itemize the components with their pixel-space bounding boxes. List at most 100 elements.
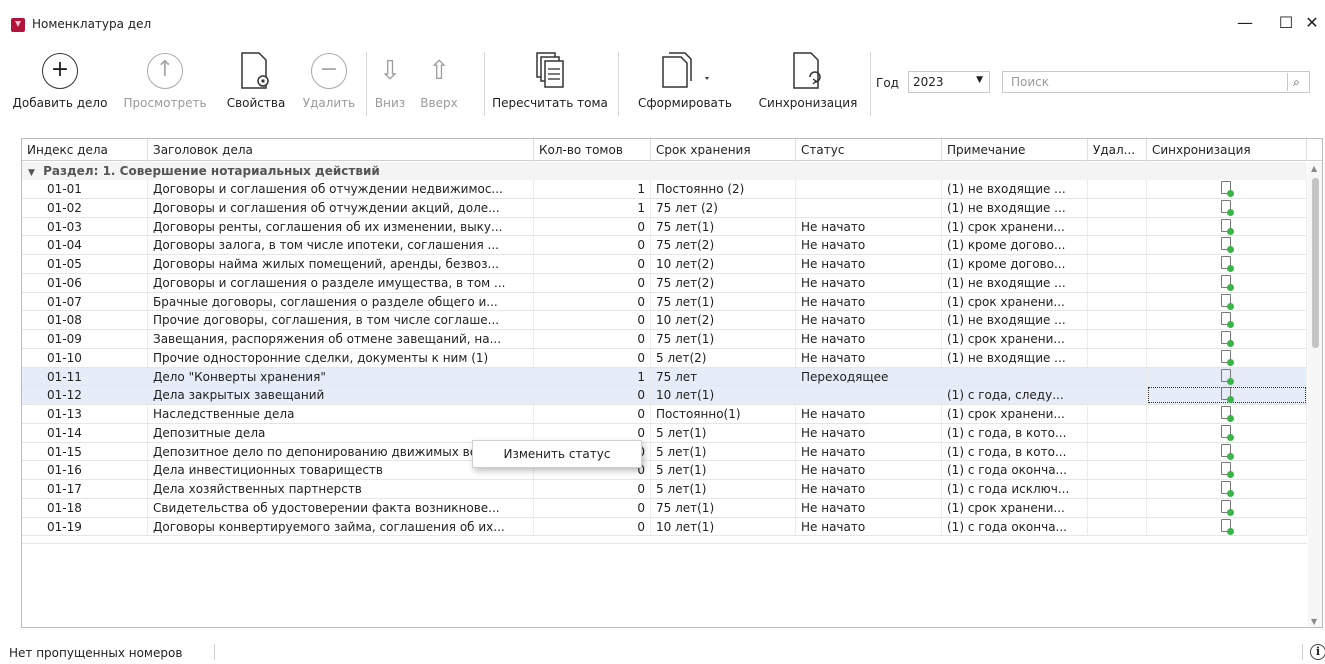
- cell-retention[interactable]: 75 лет(1): [651, 330, 796, 348]
- cell-sync[interactable]: [1147, 442, 1307, 461]
- cell-deleted[interactable]: [1088, 480, 1147, 498]
- cell-title[interactable]: Прочие односторонние сделки, документы к…: [148, 348, 534, 367]
- scroll-down-icon[interactable]: ▼: [1311, 617, 1317, 626]
- table-row[interactable]: 01-17 Дела хозяйственных партнерств 0 5 лет…: [22, 480, 1307, 499]
- cell-status[interactable]: Не начато: [796, 348, 942, 367]
- sync-status-icon[interactable]: [1220, 424, 1234, 441]
- table-row[interactable]: 01-02 Договоры и соглашения об отчуждении…: [22, 198, 1307, 218]
- cell-title[interactable]: Договоры найма жилых помещений, аренды, …: [148, 255, 534, 273]
- cell-volumes[interactable]: 0: [534, 405, 651, 423]
- sync-status-icon[interactable]: [1220, 499, 1234, 516]
- sync-status-icon[interactable]: [1220, 481, 1234, 497]
- cell-sync[interactable]: [1147, 330, 1307, 348]
- cell-deleted[interactable]: [1088, 423, 1147, 442]
- cell-note[interactable]: (1) с года оконча...: [942, 461, 1088, 480]
- table-row[interactable]: 01-05 Договоры найма жилых помещений, аре…: [22, 255, 1307, 274]
- cell-note[interactable]: (1) срок хранени...: [942, 405, 1088, 423]
- cell-title[interactable]: Свидетельства об удостоверении факта воз…: [148, 498, 534, 517]
- cell-status[interactable]: Не начато: [796, 442, 942, 461]
- cell-sync[interactable]: [1147, 386, 1307, 405]
- cell-title[interactable]: Наследственные дела: [148, 405, 534, 423]
- cell-note[interactable]: (1) срок хранени...: [942, 498, 1088, 517]
- column-header-note[interactable]: Примечание: [942, 139, 1088, 161]
- cell-status[interactable]: Не начато: [796, 517, 942, 536]
- cell-volumes[interactable]: 0: [534, 311, 651, 330]
- column-header-sync[interactable]: Синхронизация: [1147, 139, 1307, 161]
- cell-deleted[interactable]: [1088, 330, 1147, 348]
- column-header-volumes[interactable]: Кол-во томов: [534, 139, 651, 161]
- cell-status[interactable]: [796, 386, 942, 405]
- cell-status[interactable]: [796, 198, 942, 217]
- cell-sync[interactable]: [1147, 405, 1307, 423]
- cell-status[interactable]: Не начато: [796, 423, 942, 442]
- cell-volumes[interactable]: 0: [534, 517, 651, 536]
- cell-title[interactable]: Договоры и соглашения об отчуждении акци…: [148, 198, 534, 217]
- column-header-deleted[interactable]: Удал...: [1088, 139, 1147, 161]
- sync-status-icon[interactable]: [1220, 331, 1234, 347]
- cell-volumes[interactable]: 0: [534, 255, 651, 273]
- scroll-up-icon[interactable]: ▲: [1311, 164, 1317, 173]
- cell-volumes[interactable]: 1: [534, 367, 651, 386]
- cell-title[interactable]: Договоры залога, в том числе ипотеки, со…: [148, 236, 534, 255]
- cell-title[interactable]: Брачные договоры, соглашения о разделе о…: [148, 292, 534, 311]
- cell-volumes[interactable]: 0: [534, 273, 651, 292]
- table-row[interactable]: 01-16 Дела инвестиционных товариществ 0 5 л…: [22, 461, 1307, 480]
- sync-status-icon[interactable]: [1220, 293, 1234, 310]
- table-row[interactable]: 01-01 Договоры и соглашения об отчуждении…: [22, 180, 1307, 199]
- cell-note[interactable]: (1) не входящие ...: [942, 348, 1088, 367]
- cell-deleted[interactable]: [1088, 517, 1147, 536]
- cell-sync[interactable]: [1147, 423, 1307, 442]
- table-row[interactable]: 01-10 Прочие односторонние сделки, докуме…: [22, 348, 1307, 368]
- column-header-status[interactable]: Статус: [796, 139, 942, 161]
- cell-volumes[interactable]: 0: [534, 386, 651, 405]
- cell-deleted[interactable]: [1088, 386, 1147, 405]
- cell-retention[interactable]: 75 лет(1): [651, 498, 796, 517]
- cell-sync[interactable]: [1147, 348, 1307, 367]
- cell-sync[interactable]: [1147, 236, 1307, 255]
- cell-retention[interactable]: 10 лет(1): [651, 386, 796, 405]
- cell-retention[interactable]: Постоянно (2): [651, 180, 796, 198]
- cell-sync[interactable]: [1147, 480, 1307, 498]
- cell-title[interactable]: Дело "Конверты хранения": [148, 367, 534, 386]
- cell-volumes[interactable]: 0: [534, 348, 651, 367]
- cell-retention[interactable]: 75 лет(2): [651, 236, 796, 255]
- delete-button[interactable]: − Удалить: [296, 48, 362, 110]
- cell-index[interactable]: 01-06: [42, 273, 148, 292]
- cell-status[interactable]: Не начато: [796, 236, 942, 255]
- cell-note[interactable]: [942, 367, 1088, 386]
- table-row[interactable]: 01-07 Брачные договоры, соглашения о разд…: [22, 292, 1307, 312]
- cell-deleted[interactable]: [1088, 311, 1147, 330]
- cell-index[interactable]: 01-15: [42, 442, 148, 461]
- cell-deleted[interactable]: [1088, 273, 1147, 292]
- cell-status[interactable]: Не начато: [796, 461, 942, 480]
- cell-index[interactable]: 01-05: [42, 255, 148, 273]
- cell-note[interactable]: (1) не входящие ...: [942, 273, 1088, 292]
- sync-button[interactable]: Синхронизация: [752, 48, 864, 110]
- cell-deleted[interactable]: [1088, 405, 1147, 423]
- cell-note[interactable]: (1) не входящие ...: [942, 311, 1088, 330]
- table-row[interactable]: 01-15 Депозитное дело по депонированию дв…: [22, 442, 1307, 462]
- cell-title[interactable]: Дела закрытых завещаний: [148, 386, 534, 405]
- cell-deleted[interactable]: [1088, 498, 1147, 517]
- cell-volumes[interactable]: 0: [534, 498, 651, 517]
- sync-status-icon[interactable]: [1220, 368, 1234, 385]
- cell-volumes[interactable]: 0: [534, 217, 651, 236]
- sync-status-icon[interactable]: [1220, 406, 1234, 422]
- table-row[interactable]: 01-04 Договоры залога, в том числе ипотек…: [22, 236, 1307, 255]
- cell-status[interactable]: Не начато: [796, 330, 942, 348]
- cell-status[interactable]: Не начато: [796, 405, 942, 423]
- cell-sync[interactable]: [1147, 217, 1307, 236]
- table-row[interactable]: 01-12 Дела закрытых завещаний 0 10 лет(1) (1…: [22, 386, 1307, 405]
- cell-volumes[interactable]: 0: [534, 292, 651, 311]
- cell-note[interactable]: (1) с года, в кото...: [942, 423, 1088, 442]
- cell-status[interactable]: [796, 180, 942, 198]
- minimize-button[interactable]: —: [1230, 10, 1260, 36]
- cell-index[interactable]: 01-02: [42, 198, 148, 217]
- cell-title[interactable]: Договоры ренты, соглашения об их изменен…: [148, 217, 534, 236]
- cell-index[interactable]: 01-07: [42, 292, 148, 311]
- cell-sync[interactable]: [1147, 498, 1307, 517]
- cell-sync[interactable]: [1147, 255, 1307, 273]
- cell-deleted[interactable]: [1088, 461, 1147, 480]
- cell-index[interactable]: 01-12: [42, 386, 148, 405]
- cell-retention[interactable]: 75 лет (2): [651, 198, 796, 217]
